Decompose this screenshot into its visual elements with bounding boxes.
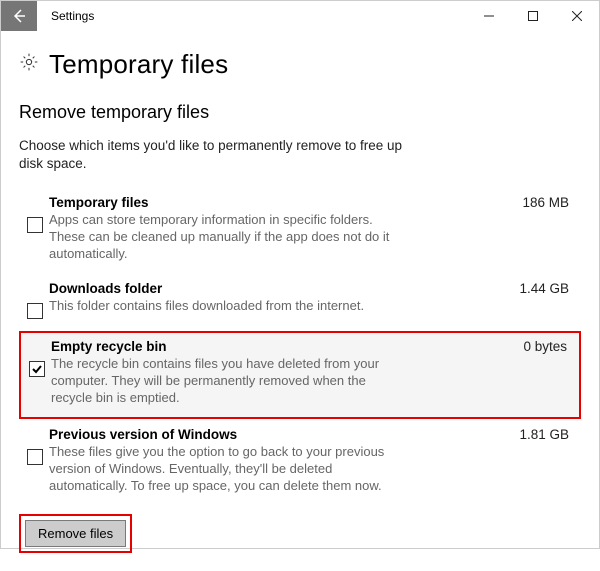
item-body: Downloads folder 1.44 GB This folder conta… <box>49 281 577 315</box>
close-icon <box>572 11 582 21</box>
checkbox-col <box>23 339 51 377</box>
window-controls <box>467 1 599 31</box>
item-title: Previous version of Windows <box>49 427 237 442</box>
item-head: Empty recycle bin 0 bytes <box>51 339 571 354</box>
checkbox[interactable] <box>27 449 43 465</box>
item-title: Temporary files <box>49 195 149 210</box>
list-item[interactable]: Empty recycle bin 0 bytes The recycle bin … <box>19 331 581 419</box>
item-body: Previous version of Windows 1.81 GB These … <box>49 427 577 495</box>
page-content: Temporary files Remove temporary files C… <box>1 31 599 571</box>
page-title: Temporary files <box>49 49 228 80</box>
item-head: Temporary files 186 MB <box>49 195 573 210</box>
arrow-left-icon <box>11 8 27 24</box>
item-desc: Apps can store temporary information in … <box>49 212 399 263</box>
intro-text: Choose which items you'd like to permane… <box>19 137 409 173</box>
check-icon <box>31 363 43 375</box>
maximize-button[interactable] <box>511 1 555 31</box>
item-body: Temporary files 186 MB Apps can store temp… <box>49 195 577 263</box>
item-title: Empty recycle bin <box>51 339 167 354</box>
page-header: Temporary files <box>19 49 581 80</box>
item-title: Downloads folder <box>49 281 162 296</box>
checkbox[interactable] <box>29 361 45 377</box>
item-head: Downloads folder 1.44 GB <box>49 281 573 296</box>
items-list: Temporary files 186 MB Apps can store temp… <box>19 189 581 504</box>
list-item[interactable]: Temporary files 186 MB Apps can store temp… <box>19 189 581 273</box>
checkbox-col <box>21 195 49 233</box>
checkbox[interactable] <box>27 217 43 233</box>
section-title: Remove temporary files <box>19 102 581 123</box>
item-desc: This folder contains files downloaded fr… <box>49 298 399 315</box>
maximize-icon <box>528 11 538 21</box>
checkbox-col <box>21 281 49 319</box>
item-desc: These files give you the option to go ba… <box>49 444 399 495</box>
close-button[interactable] <box>555 1 599 31</box>
remove-files-highlight: Remove files <box>19 514 132 553</box>
item-size: 1.44 GB <box>519 281 573 296</box>
window-title: Settings <box>51 9 467 23</box>
titlebar: Settings <box>1 1 599 31</box>
item-body: Empty recycle bin 0 bytes The recycle bin … <box>51 339 575 407</box>
back-button[interactable] <box>1 1 37 31</box>
gear-icon <box>19 52 39 77</box>
remove-files-button[interactable]: Remove files <box>25 520 126 547</box>
minimize-button[interactable] <box>467 1 511 31</box>
checkbox[interactable] <box>27 303 43 319</box>
item-desc: The recycle bin contains files you have … <box>51 356 401 407</box>
item-size: 1.81 GB <box>519 427 573 442</box>
item-size: 186 MB <box>522 195 573 210</box>
list-item[interactable]: Downloads folder 1.44 GB This folder conta… <box>19 275 581 329</box>
list-item[interactable]: Previous version of Windows 1.81 GB These … <box>19 421 581 505</box>
item-head: Previous version of Windows 1.81 GB <box>49 427 573 442</box>
checkbox-col <box>21 427 49 465</box>
item-size: 0 bytes <box>523 339 571 354</box>
minimize-icon <box>484 11 494 21</box>
